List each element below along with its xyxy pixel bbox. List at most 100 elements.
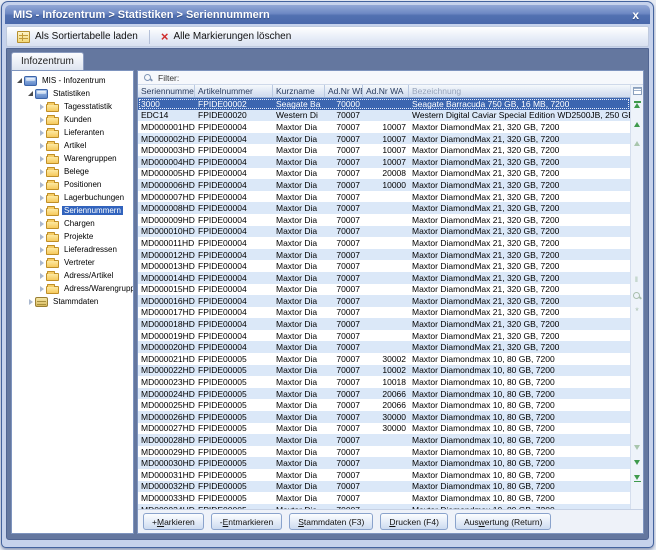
table-row[interactable]: MD000001HDFPIDE00004Maxtor Dia7000710007… [138,121,630,133]
table-row[interactable]: MD000015HDFPIDE00004Maxtor Dia70007Maxto… [138,284,630,296]
tree-item-statistiken[interactable]: Statistiken [12,87,133,100]
tree-item-adress-warengruppen[interactable]: Adress/Warengruppen [12,282,133,295]
table-row[interactable]: MD000017HDFPIDE00004Maxtor Dia70007Maxto… [138,307,630,319]
clear-all-marks-button[interactable]: × Alle Markierungen löschen [155,29,297,45]
expand-icon[interactable] [37,182,46,188]
table-row[interactable]: MD000006HDFPIDE00004Maxtor Dia7000710000… [138,179,630,191]
cell-seriennummer: MD000031HD [138,469,195,481]
stammdaten-button[interactable]: Stammdaten (F3) [289,513,373,530]
column-header-adnr-wa[interactable]: Ad.Nr WA [363,85,409,97]
tree-item-vertreter[interactable]: Vertreter [12,256,133,269]
collapse-icon[interactable] [26,91,35,96]
table-row[interactable]: MD000022HDFPIDE00005Maxtor Dia7000710002… [138,365,630,377]
close-icon[interactable]: x [629,9,642,21]
table-row[interactable]: MD000030HDFPIDE00005Maxtor Dia70007Maxto… [138,457,630,469]
expand-icon[interactable] [37,273,46,279]
mark-button[interactable]: + Markieren [143,513,204,530]
expand-icon[interactable] [37,117,46,123]
auswertung-button[interactable]: Auswertung (Return) [455,513,551,530]
table-row[interactable]: MD000016HDFPIDE00004Maxtor Dia70007Maxto… [138,295,630,307]
tree-item-positionen[interactable]: Positionen [12,178,133,191]
table-row[interactable]: MD000025HDFPIDE00005Maxtor Dia7000720066… [138,399,630,411]
tree-item-belege[interactable]: Belege [12,165,133,178]
table-row[interactable]: MD000032HDFPIDE00005Maxtor Dia70007Maxto… [138,481,630,493]
table-row[interactable]: MD000014HDFPIDE00004Maxtor Dia70007Maxto… [138,272,630,284]
expand-icon[interactable] [37,208,46,214]
table-row[interactable]: MD000003HDFPIDE00004Maxtor Dia7000710007… [138,144,630,156]
column-header-artikelnummer[interactable]: Artikelnummer [195,85,273,97]
table-row[interactable]: MD000002HDFPIDE00004Maxtor Dia7000710007… [138,133,630,145]
cell-bezeichnung: Maxtor DiamondMax 21, 320 GB, 7200 [409,237,630,249]
expand-icon[interactable] [37,221,46,227]
column-header-seriennummer[interactable]: Seriennummer [138,85,195,97]
filter-row[interactable]: Filter: [138,71,643,85]
tree-item-tagesstatistik[interactable]: Tagesstatistik [12,100,133,113]
table-row[interactable]: MD000013HDFPIDE00004Maxtor Dia70007Maxto… [138,260,630,272]
expand-icon[interactable] [37,104,46,110]
unmark-button[interactable]: - Entmarkieren [211,513,282,530]
table-row[interactable]: MD000021HDFPIDE00005Maxtor Dia7000730002… [138,353,630,365]
expand-icon[interactable] [37,247,46,253]
table-row[interactable]: EDC14FPIDE00020Western Di70007Western Di… [138,110,630,122]
table-row[interactable]: MD000009HDFPIDE00004Maxtor Dia70007Maxto… [138,214,630,226]
table-row[interactable]: 3000FPIDE00002Seagate Ba70000Seagate Bar… [138,98,630,110]
tree-item-lieferadressen[interactable]: Lieferadressen [12,243,133,256]
table-row[interactable]: MD000029HDFPIDE00005Maxtor Dia70007Maxto… [138,446,630,458]
tree-item-kunden[interactable]: Kunden [12,113,133,126]
pager-icon[interactable]: ‖ [633,276,642,285]
table-row[interactable]: MD000027HDFPIDE00005Maxtor Dia7000730000… [138,423,630,435]
tree-item-lagerbuchungen[interactable]: Lagerbuchungen [12,191,133,204]
tree-item-warengruppen[interactable]: Warengruppen [12,152,133,165]
expand-icon[interactable] [37,234,46,240]
expand-icon[interactable] [26,299,35,305]
tree-item-lieferanten[interactable]: Lieferanten [12,126,133,139]
tree-item-projekte[interactable]: Projekte [12,230,133,243]
expand-icon[interactable] [37,130,46,136]
expand-icon[interactable] [37,286,46,292]
expand-icon[interactable] [37,143,46,149]
column-header-adnr-we[interactable]: Ad.Nr WE [325,85,363,97]
table-row[interactable]: MD000007HDFPIDE00004Maxtor Dia70007Maxto… [138,191,630,203]
column-header-bezeichnung[interactable]: Bezeichnung [409,85,630,97]
table-row[interactable]: MD000004HDFPIDE00004Maxtor Dia7000710007… [138,156,630,168]
table-row[interactable]: MD000023HDFPIDE00005Maxtor Dia7000710018… [138,376,630,388]
expand-icon[interactable] [37,260,46,266]
expand-icon[interactable] [37,169,46,175]
tree-item-seriennummern[interactable]: Seriennummern [12,204,133,217]
load-as-sort-table-button[interactable]: Als Sortiertabelle laden [11,29,144,45]
tree-item-stammdaten[interactable]: Stammdaten [12,295,133,308]
scroll-down-icon[interactable] [633,458,642,467]
tree-item-mis-infozentrum[interactable]: MIS - Infozentrum [12,74,133,87]
table-row[interactable]: MD000005HDFPIDE00004Maxtor Dia7000720008… [138,168,630,180]
scroll-up-icon[interactable] [633,120,642,129]
column-chooser-icon[interactable] [633,86,642,95]
cell-artikelnummer: FPIDE00005 [195,365,273,377]
table-row[interactable]: MD000011HDFPIDE00004Maxtor Dia70007Maxto… [138,237,630,249]
tree-item-adress-artikel[interactable]: Adress/Artikel [12,269,133,282]
table-row[interactable]: MD000012HDFPIDE00004Maxtor Dia70007Maxto… [138,249,630,261]
table-row[interactable]: MD000008HDFPIDE00004Maxtor Dia70007Maxto… [138,202,630,214]
expand-icon[interactable] [37,195,46,201]
tab-infozentrum[interactable]: Infozentrum [11,52,84,70]
expand-icon[interactable] [37,156,46,162]
collapse-icon[interactable] [15,78,24,83]
scroll-down-dim-icon[interactable] [633,443,642,452]
table-row[interactable]: MD000018HDFPIDE00004Maxtor Dia70007Maxto… [138,318,630,330]
scroll-up-dim-icon[interactable] [633,139,642,148]
drucken-button[interactable]: Drucken (F4) [380,513,448,530]
table-row[interactable]: MD000026HDFPIDE00005Maxtor Dia7000730000… [138,411,630,423]
tree-item-artikel[interactable]: Artikel [12,139,133,152]
table-row[interactable]: MD000010HDFPIDE00004Maxtor Dia70007Maxto… [138,226,630,238]
table-row[interactable]: MD000033HDFPIDE00005Maxtor Dia70007Maxto… [138,492,630,504]
table-row[interactable]: MD000019HDFPIDE00004Maxtor Dia70007Maxto… [138,330,630,342]
bookmark-icon[interactable]: * [633,306,642,315]
table-row[interactable]: MD000028HDFPIDE00005Maxtor Dia70007Maxto… [138,434,630,446]
tree-item-chargen[interactable]: Chargen [12,217,133,230]
scroll-bottom-icon[interactable] [633,473,642,482]
table-row[interactable]: MD000020HDFPIDE00004Maxtor Dia70007Maxto… [138,341,630,353]
table-row[interactable]: MD000024HDFPIDE00005Maxtor Dia7000720066… [138,388,630,400]
scroll-top-icon[interactable] [633,101,642,110]
search-row-icon[interactable] [633,291,642,300]
table-row[interactable]: MD000031HDFPIDE00005Maxtor Dia70007Maxto… [138,469,630,481]
column-header-kurzname[interactable]: Kurzname [273,85,325,97]
